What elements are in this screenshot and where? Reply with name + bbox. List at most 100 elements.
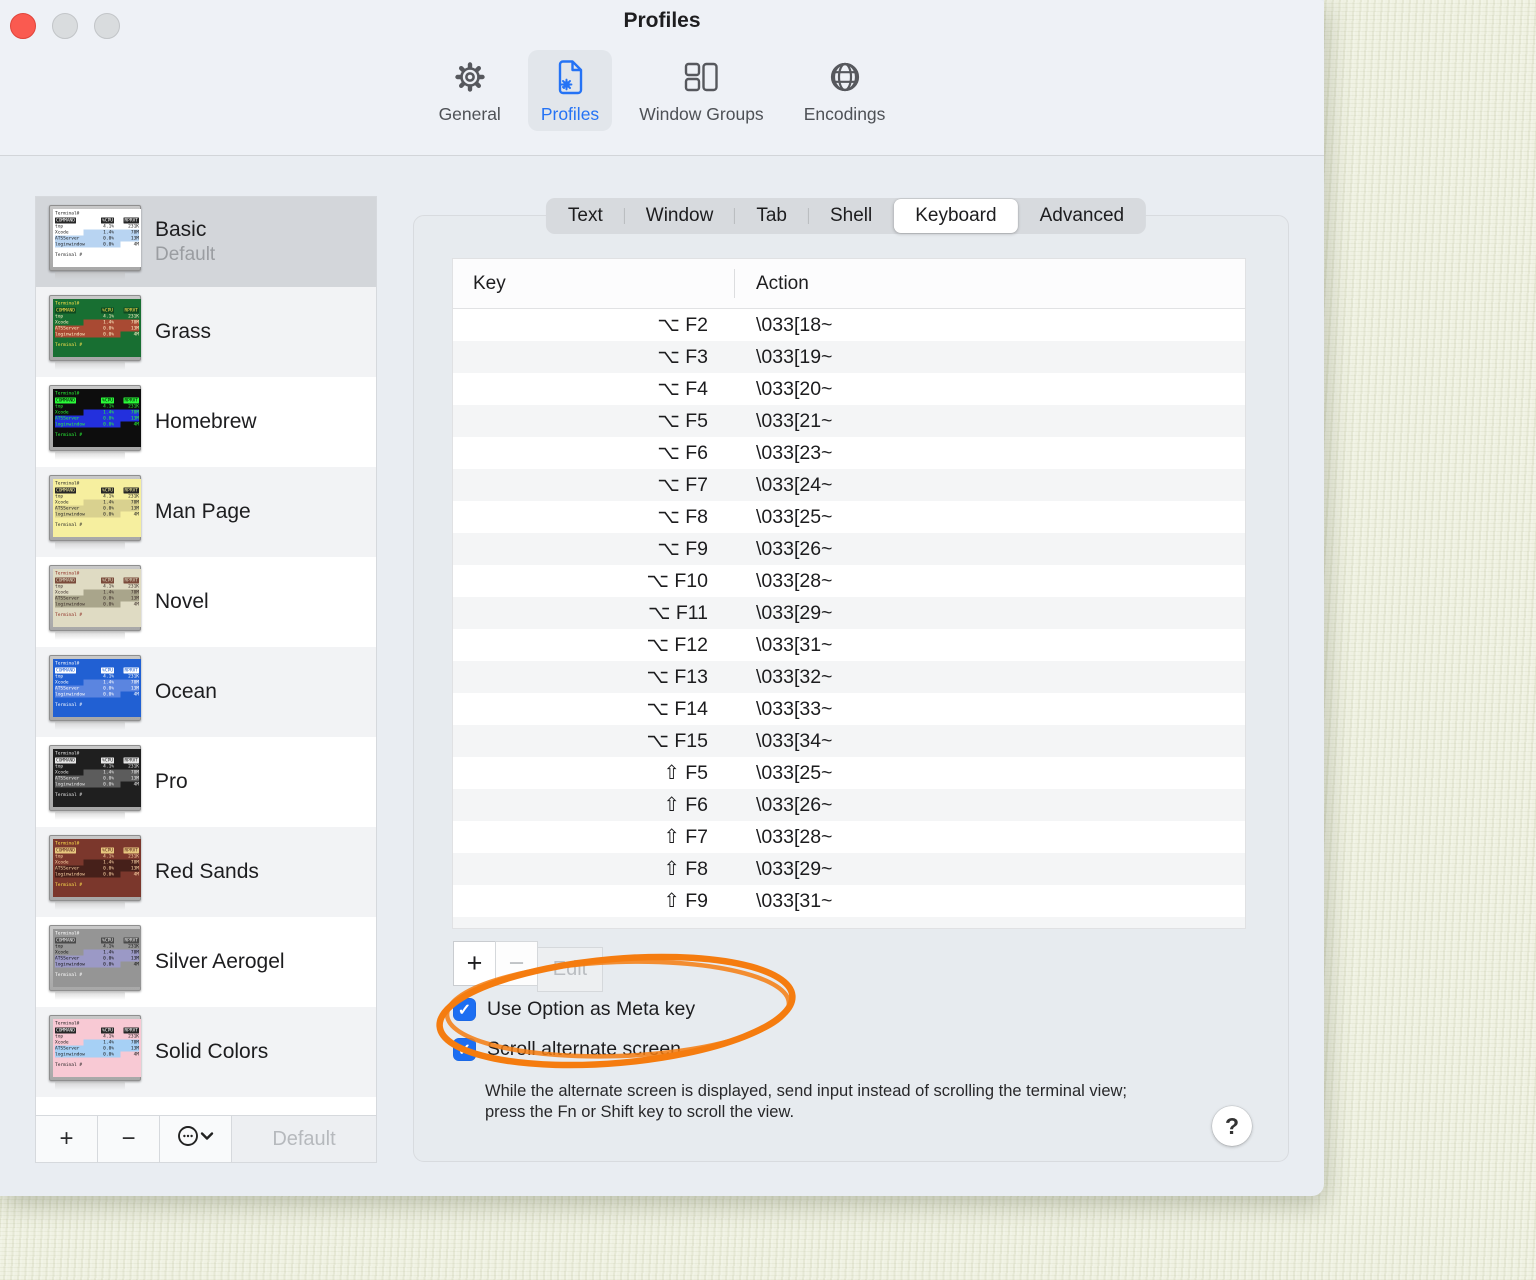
terminal-preview-title: Terminal# [55, 570, 80, 576]
key-mapping-row[interactable]: ⌥ F3 \033[19~ [453, 341, 1245, 373]
key-mapping-row[interactable]: ⌥ F8 \033[25~ [453, 501, 1245, 533]
key-mapping-row[interactable]: ⌥ F14 \033[33~ [453, 693, 1245, 725]
checkbox-checked-icon[interactable]: ✓ [453, 1038, 476, 1061]
key-mapping-row[interactable]: ⇧ F7 \033[28~ [453, 821, 1245, 853]
key-mapping-row[interactable]: ⌥ F2 \033[18~ [453, 309, 1245, 341]
terminal-preview-rows: top 4.1% 231K Xcode 1.4% 78M ATSServer 0.0% 13M l… [55, 763, 139, 787]
key-mapping-row[interactable]: ⌥ F11 \033[29~ [453, 597, 1245, 629]
profile-name: Man Page [155, 500, 251, 523]
tab-shell[interactable]: Shell [809, 199, 893, 233]
action-cell: \033[29~ [756, 601, 833, 624]
profile-item-homebrew[interactable]: Terminal# COMMAND %CPU RPRVT top 4.1% 231K Xc… [36, 377, 376, 467]
profile-item-solid-colors[interactable]: Terminal# COMMAND %CPU RPRVT top 4.1% 231K Xc… [36, 1007, 376, 1097]
key-mapping-row[interactable]: ⌥ F5 \033[21~ [453, 405, 1245, 437]
thumbnail-reflection [55, 541, 125, 550]
terminal-preview-header: COMMAND %CPU RPRVT [55, 217, 139, 223]
tab-tab[interactable]: Tab [735, 199, 808, 233]
key-mapping-row[interactable]: ⌥ F10 \033[28~ [453, 565, 1245, 597]
profile-item-red-sands[interactable]: Terminal# COMMAND %CPU RPRVT top 4.1% 231K Xc… [36, 827, 376, 917]
profile-name: Solid Colors [155, 1040, 269, 1063]
tab-label: Shell [829, 205, 873, 226]
remove-profile-button[interactable]: − [98, 1116, 160, 1162]
terminal-preview-rows: top 4.1% 231K Xcode 1.4% 78M ATSServer 0.0% 13M l… [55, 673, 139, 697]
tab-label: Tab [756, 205, 787, 226]
column-divider [734, 269, 735, 298]
key-cell: ⌥ F10 [646, 570, 709, 592]
key-mapping-row[interactable]: ⇧ F9 \033[31~ [453, 885, 1245, 917]
profile-thumbnail: Terminal# COMMAND %CPU RPRVT top 4.1% 231K Xc… [49, 294, 141, 370]
column-header-key: Key [473, 272, 506, 294]
profile-name: Ocean [155, 680, 217, 703]
ellipsis-circle-chevron-icon [176, 1124, 216, 1155]
profile-item-pro[interactable]: Terminal# COMMAND %CPU RPRVT top 4.1% 231K Xc… [36, 737, 376, 827]
action-cell: \033[26~ [756, 793, 833, 816]
preferences-toolbar: General Profiles Window Groups Encodings [0, 50, 1324, 131]
profile-item-basic[interactable]: Terminal# COMMAND %CPU RPRVT top 4.1% 231K Xc… [36, 197, 376, 287]
checkbox-checked-icon[interactable]: ✓ [453, 998, 476, 1021]
profile-name: Novel [155, 590, 209, 613]
scroll-alternate-screen-checkbox-row[interactable]: ✓ Scroll alternate screen [453, 1038, 681, 1061]
key-mapping-row[interactable]: ⌥ F6 \033[23~ [453, 437, 1245, 469]
add-profile-button[interactable]: + [36, 1116, 98, 1162]
key-cell: ⌥ F13 [646, 666, 709, 688]
key-mapping-row[interactable]: ⇧ F5 \033[25~ [453, 757, 1245, 789]
tab-advanced[interactable]: Advanced [1019, 199, 1146, 233]
action-cell: \033[26~ [756, 537, 833, 560]
key-mapping-row[interactable]: ⌥ F9 \033[26~ [453, 533, 1245, 565]
tab-label: Advanced [1039, 205, 1125, 226]
terminal-preview-rows: top 4.1% 231K Xcode 1.4% 78M ATSServer 0.0% 13M l… [55, 1033, 139, 1057]
terminal-preview-rows: top 4.1% 231K Xcode 1.4% 78M ATSServer 0.0% 13M l… [55, 403, 139, 427]
profile-item-silver-aerogel[interactable]: Terminal# COMMAND %CPU RPRVT top 4.1% 231K Xc… [36, 917, 376, 1007]
terminal-preview-header: COMMAND %CPU RPRVT [55, 1027, 139, 1033]
profile-name: Silver Aerogel [155, 950, 285, 973]
profile-item-novel[interactable]: Terminal# COMMAND %CPU RPRVT top 4.1% 231K Xc… [36, 557, 376, 647]
terminal-preview-rows: top 4.1% 231K Xcode 1.4% 78M ATSServer 0.0% 13M l… [55, 223, 139, 247]
toolbar-item-encodings[interactable]: Encodings [791, 50, 899, 131]
action-cell: \033[28~ [756, 569, 833, 592]
set-default-button[interactable]: Default [232, 1116, 376, 1162]
preferences-window: Profiles General Profiles Window Groups … [0, 0, 1324, 1196]
action-cell: \033[28~ [756, 825, 833, 848]
keyboard-table: Key Action ⌥ F2 \033[18~ ⌥ F3 \033[19~ ⌥… [452, 258, 1246, 929]
keyboard-table-body: ⌥ F2 \033[18~ ⌥ F3 \033[19~ ⌥ F4 \033[20… [453, 309, 1245, 917]
key-mapping-row[interactable]: ⇧ F6 \033[26~ [453, 789, 1245, 821]
help-button[interactable]: ? [1212, 1106, 1252, 1146]
key-mapping-row[interactable]: ⌥ F13 \033[32~ [453, 661, 1245, 693]
terminal-preview-title: Terminal# [55, 1020, 80, 1026]
add-key-mapping-button[interactable]: + [453, 941, 496, 986]
profile-item-ocean[interactable]: Terminal# COMMAND %CPU RPRVT top 4.1% 231K Xc… [36, 647, 376, 737]
toolbar-item-general[interactable]: General [426, 50, 514, 131]
key-mapping-row[interactable]: ⇧ F8 \033[29~ [453, 853, 1245, 885]
table-bottom-sliver [453, 917, 1245, 928]
profile-item-grass[interactable]: Terminal# COMMAND %CPU RPRVT top 4.1% 231K Xc… [36, 287, 376, 377]
terminal-preview: Terminal# COMMAND %CPU RPRVT top 4.1% 231K Xc… [53, 568, 141, 627]
tab-label: Window [645, 205, 714, 226]
terminal-preview-prompt: Terminal # [55, 972, 83, 977]
tab-text[interactable]: Text [547, 199, 624, 233]
keyboard-table-header: Key Action [453, 259, 1245, 309]
window-groups-icon [679, 57, 723, 102]
tab-window[interactable]: Window [625, 199, 735, 233]
gear-icon [450, 57, 490, 102]
edit-key-mapping-button[interactable]: Edit [537, 947, 603, 992]
key-mapping-row[interactable]: ⌥ F15 \033[34~ [453, 725, 1245, 757]
key-mapping-row[interactable]: ⌥ F12 \033[31~ [453, 629, 1245, 661]
profile-sidebar: Terminal# COMMAND %CPU RPRVT top 4.1% 231K Xc… [35, 196, 377, 1163]
profile-item-man-page[interactable]: Terminal# COMMAND %CPU RPRVT top 4.1% 231K Xc… [36, 467, 376, 557]
profile-thumbnail: Terminal# COMMAND %CPU RPRVT top 4.1% 231K Xc… [49, 924, 141, 1000]
thumbnail-reflection [55, 721, 125, 730]
terminal-preview: Terminal# COMMAND %CPU RPRVT top 4.1% 231K Xc… [53, 748, 141, 807]
toolbar-item-profiles[interactable]: Profiles [527, 50, 613, 131]
terminal-preview-title: Terminal# [55, 210, 80, 216]
key-mapping-row[interactable]: ⌥ F4 \033[20~ [453, 373, 1245, 405]
tab-keyboard[interactable]: Keyboard [894, 199, 1018, 233]
key-cell: ⌥ F6 [657, 442, 708, 464]
key-mapping-row[interactable]: ⌥ F7 \033[24~ [453, 469, 1245, 501]
more-options-button[interactable] [160, 1116, 232, 1162]
toolbar-item-window-groups[interactable]: Window Groups [626, 50, 777, 131]
action-cell: \033[24~ [756, 473, 833, 496]
use-option-as-meta-key-checkbox-row[interactable]: ✓ Use Option as Meta key [453, 998, 695, 1021]
remove-key-mapping-button[interactable]: − [495, 941, 538, 986]
tab-bar: Text Window Tab Shell Keyboard Advanced [545, 198, 1147, 234]
profile-thumbnail: Terminal# COMMAND %CPU RPRVT top 4.1% 231K Xc… [49, 834, 141, 910]
